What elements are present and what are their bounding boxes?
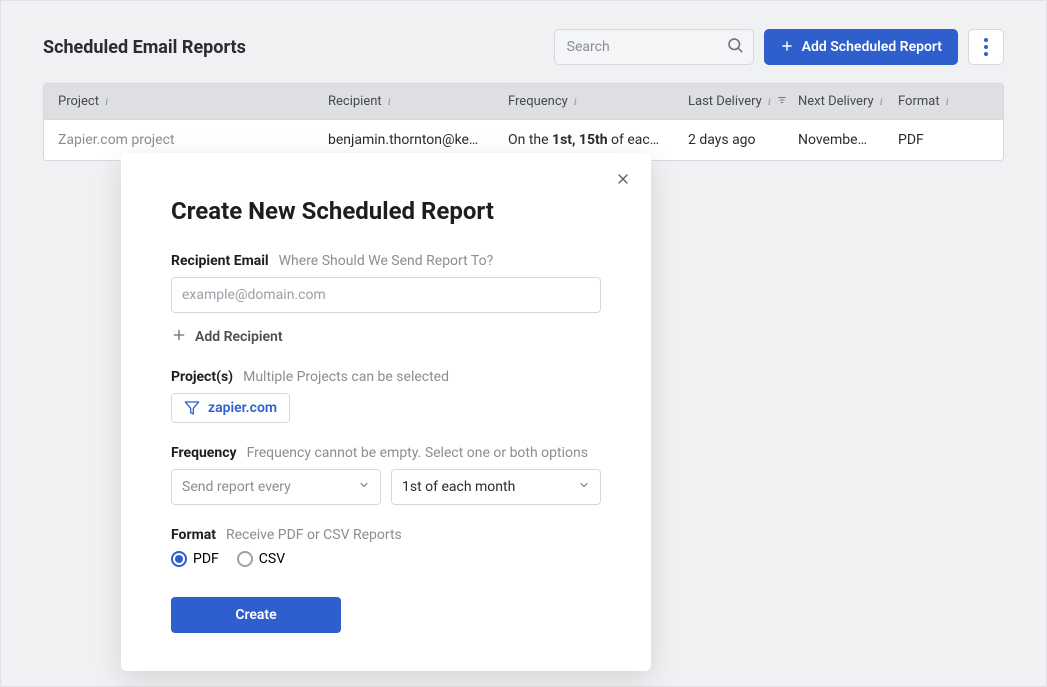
reports-table: Project i Recipient i Frequency i Last Deli… [43,83,1004,161]
col-project[interactable]: Project i [44,84,314,119]
col-next-delivery-label: Next Delivery [798,94,874,109]
page-title: Scheduled Email Reports [43,37,246,58]
info-icon: i [574,96,577,108]
close-button[interactable] [611,167,635,195]
info-icon: i [768,96,771,108]
recipient-label: Recipient Email [171,253,269,269]
cell-next-delivery: November 1,… [784,120,884,160]
info-icon: i [946,96,949,108]
close-icon [615,171,631,187]
radio-selected-icon [171,551,187,567]
recipient-hint: Where Should We Send Report To? [279,253,494,269]
frequency-interval-value: Send report every [182,479,291,495]
freq-bold: 1st, 15th [552,132,608,148]
filter-icon [184,400,200,416]
vertical-dots-icon [984,38,988,56]
frequency-hint: Frequency cannot be empty. Select one or… [247,445,588,461]
format-hint: Receive PDF or CSV Reports [226,527,402,543]
info-icon: i [388,96,391,108]
col-last-delivery[interactable]: Last Delivery i [674,84,784,119]
project-chip[interactable]: zapier.com [171,393,290,423]
more-actions-button[interactable] [968,29,1004,65]
col-frequency[interactable]: Frequency i [494,84,674,119]
col-format-label: Format [898,94,940,109]
col-project-label: Project [58,94,99,109]
col-recipient[interactable]: Recipient i [314,84,494,119]
col-last-delivery-label: Last Delivery [688,94,762,109]
format-radio-pdf[interactable]: PDF [171,551,219,567]
add-recipient-button[interactable]: Add Recipient [171,327,283,347]
chevron-down-icon [578,479,590,495]
radio-unselected-icon [237,551,253,567]
frequency-day-select[interactable]: 1st of each month [391,469,601,505]
create-button[interactable]: Create [171,597,341,633]
info-icon: i [880,96,883,108]
projects-label: Project(s) [171,369,233,385]
search-input[interactable] [554,29,754,65]
frequency-day-value: 1st of each month [402,479,515,495]
create-report-modal: Create New Scheduled Report Recipient Em… [121,153,651,671]
projects-hint: Multiple Projects can be selected [243,369,449,385]
recipient-email-input[interactable] [171,277,601,313]
freq-suffix: of each… [608,132,667,148]
col-next-delivery[interactable]: Next Delivery i [784,84,884,119]
frequency-label: Frequency [171,445,237,461]
project-chip-label: zapier.com [208,400,277,416]
cell-last-delivery: 2 days ago [674,120,784,160]
table-header-row: Project i Recipient i Frequency i Last Deli… [44,84,1003,120]
add-scheduled-report-label: Add Scheduled Report [802,39,942,55]
plus-icon [780,39,794,56]
format-csv-label: CSV [259,551,285,567]
chevron-down-icon [358,479,370,495]
modal-title: Create New Scheduled Report [171,197,601,225]
plus-icon [171,327,187,347]
frequency-interval-select[interactable]: Send report every [171,469,381,505]
freq-prefix: On the [508,132,552,148]
col-recipient-label: Recipient [328,94,382,109]
info-icon: i [105,96,108,108]
col-frequency-label: Frequency [508,94,568,109]
search-field-wrap [554,29,754,65]
add-recipient-label: Add Recipient [195,329,283,345]
format-radio-csv[interactable]: CSV [237,551,285,567]
format-pdf-label: PDF [193,551,219,567]
add-scheduled-report-button[interactable]: Add Scheduled Report [764,29,958,65]
cell-format: PDF [884,120,1004,160]
format-label: Format [171,527,216,543]
col-format[interactable]: Formati [884,84,1004,119]
